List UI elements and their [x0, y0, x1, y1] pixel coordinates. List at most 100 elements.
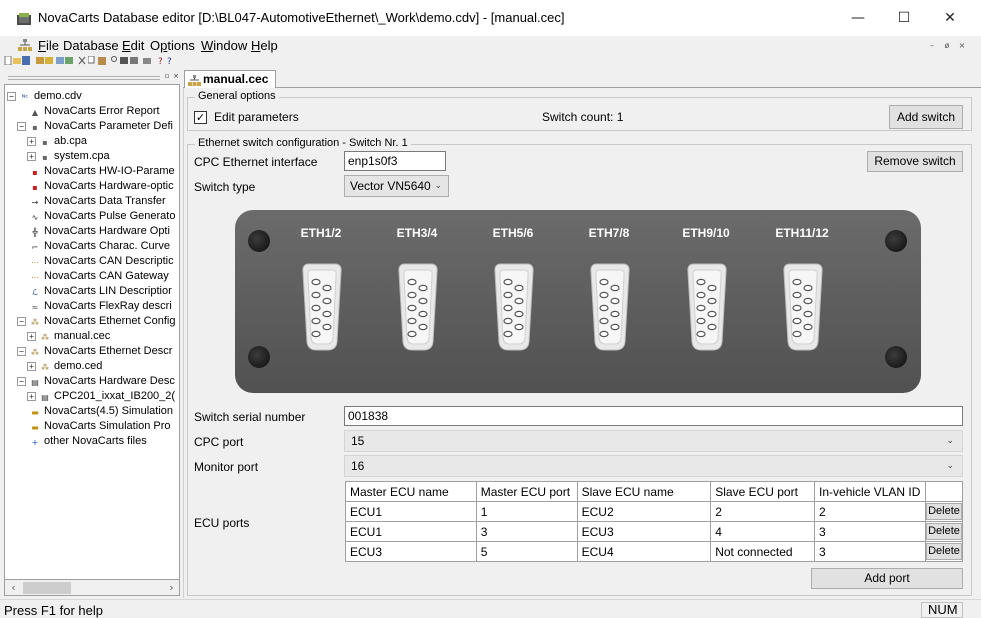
tree-item[interactable]: ▤ NovaCarts Hardware Desc [29, 374, 175, 389]
tree-item[interactable]: ▬ NovaCarts Simulation Pro [29, 419, 170, 434]
tool-icon[interactable] [130, 56, 138, 65]
mdi-minimize-button[interactable]: – [926, 40, 938, 52]
paste-icon[interactable] [98, 56, 106, 65]
delete-row-button[interactable]: Delete [926, 523, 962, 540]
column-header[interactable]: In-vehicle VLAN ID [814, 481, 926, 502]
table-cell[interactable]: ECU2 [576, 501, 712, 522]
column-header[interactable]: Slave ECU name [576, 481, 712, 502]
menu-database[interactable]: Database [63, 38, 119, 53]
tree-expander[interactable]: + [27, 332, 36, 341]
tree-item[interactable]: ⁂ demo.ced [39, 359, 102, 374]
delete-row-button[interactable]: Delete [926, 543, 962, 560]
tree-item[interactable]: ▪ ab.cpa [39, 134, 87, 149]
tree-expander[interactable]: − [7, 92, 16, 101]
tree-item[interactable]: ▬ NovaCarts(4.5) Simulation [29, 404, 173, 419]
table-cell[interactable]: 3 [475, 521, 578, 542]
tree-item[interactable]: ▪ system.cpa [39, 149, 109, 164]
cut-icon[interactable] [78, 56, 86, 65]
save-icon[interactable] [22, 56, 30, 65]
help-icon[interactable]: ? [157, 56, 165, 65]
new-icon[interactable] [4, 56, 12, 65]
table-cell[interactable]: 4 [710, 521, 816, 542]
add-port-button[interactable]: Add port [811, 568, 963, 589]
column-header[interactable]: Master ECU port [475, 481, 578, 502]
table-cell[interactable]: ECU3 [345, 541, 477, 562]
tree-item[interactable]: ∿ NovaCarts Pulse Generato [29, 209, 176, 224]
tree-item[interactable]: ▪ NovaCarts Hardware-optic [29, 179, 173, 194]
tree-expander[interactable]: − [17, 122, 26, 131]
tree-item[interactable]: ≈ NovaCarts FlexRay descri [29, 299, 172, 314]
open-icon[interactable] [13, 56, 21, 65]
dsub-connector-icon[interactable] [397, 262, 439, 352]
table-cell[interactable]: ECU1 [345, 521, 477, 542]
switch-type-select[interactable]: Vector VN5640 ⌄ [344, 175, 449, 197]
tree-item[interactable]: → NovaCarts Data Transfer [29, 194, 166, 209]
tree-item[interactable]: ⁂ NovaCarts Ethernet Config [29, 314, 175, 329]
column-header[interactable]: Slave ECU port [710, 481, 816, 502]
menu-file[interactable]: File [38, 38, 59, 53]
tree-item[interactable]: ⁂ manual.cec [39, 329, 110, 344]
copy-icon[interactable] [88, 56, 96, 65]
tree-expander[interactable]: − [17, 377, 26, 386]
tree-item[interactable]: ▤ CPC201_ixxat_IB200_2( [39, 389, 175, 404]
horizontal-scrollbar[interactable]: ‹ › [4, 580, 180, 596]
panel-grip[interactable] [8, 76, 160, 80]
tree-item[interactable]: ╬ NovaCarts Hardware Opti [29, 224, 170, 239]
tree-item[interactable]: ⌐ NovaCarts Charac. Curve [29, 239, 170, 254]
minimize-button[interactable]: — [835, 0, 881, 36]
table-cell[interactable]: 2 [710, 501, 816, 522]
find-icon[interactable] [111, 56, 119, 65]
print-icon[interactable] [143, 56, 151, 65]
tree-item[interactable]: ᴺᶜ demo.cdv [19, 89, 82, 104]
add-switch-button[interactable]: Add switch [889, 105, 963, 129]
remove-switch-button[interactable]: Remove switch [867, 151, 963, 172]
table-cell[interactable]: 5 [475, 541, 578, 562]
tree-item[interactable]: ⁂ NovaCarts Ethernet Descr [29, 344, 172, 359]
close-button[interactable]: ✕ [927, 0, 973, 36]
scroll-left-icon[interactable]: ‹ [5, 580, 22, 596]
table-cell[interactable]: ECU1 [345, 501, 477, 522]
cpc-port-select[interactable]: 15 ⌄ [344, 430, 963, 452]
tree-item[interactable]: ℒ NovaCarts LIN Descriptior [29, 284, 172, 299]
table-cell[interactable]: 3 [814, 521, 926, 542]
tool-icon[interactable] [56, 56, 64, 65]
dsub-connector-icon[interactable] [493, 262, 535, 352]
column-header[interactable]: Master ECU name [345, 481, 477, 502]
tool-icon[interactable] [120, 56, 128, 65]
table-cell[interactable]: ECU3 [576, 521, 712, 542]
panel-close-icon[interactable]: × [172, 72, 180, 80]
maximize-button[interactable]: ☐ [881, 0, 927, 36]
tree-item[interactable]: + other NovaCarts files [29, 434, 147, 449]
tree-item[interactable]: ⋯ NovaCarts CAN Gateway [29, 269, 169, 284]
mdi-restore-button[interactable]: ø [941, 40, 953, 52]
context-help-icon[interactable]: ? [167, 56, 175, 65]
tree-expander[interactable]: − [17, 347, 26, 356]
dsub-connector-icon[interactable] [782, 262, 824, 352]
tree-item[interactable]: ▪ NovaCarts HW-IO-Parame [29, 164, 174, 179]
tool-icon[interactable] [45, 56, 53, 65]
table-cell[interactable]: 1 [475, 501, 578, 522]
table-cell[interactable]: 2 [814, 501, 926, 522]
cpc-interface-input[interactable]: enp1s0f3 [344, 151, 446, 171]
menu-options[interactable]: Options [150, 38, 195, 53]
scroll-right-icon[interactable]: › [163, 580, 180, 596]
tree-expander[interactable]: + [27, 137, 36, 146]
dsub-connector-icon[interactable] [686, 262, 728, 352]
mdi-close-button[interactable]: × [956, 40, 968, 52]
delete-row-button[interactable]: Delete [926, 503, 962, 520]
dsub-connector-icon[interactable] [589, 262, 631, 352]
tree-expander[interactable]: + [27, 362, 36, 371]
table-cell[interactable]: ECU4 [576, 541, 712, 562]
table-cell[interactable]: 3 [814, 541, 926, 562]
tree-item[interactable]: ▲ NovaCarts Error Report [29, 104, 160, 119]
table-cell[interactable]: Not connected [710, 541, 816, 562]
monitor-port-select[interactable]: 16 ⌄ [344, 455, 963, 477]
serial-number-input[interactable]: 001838 [344, 406, 963, 426]
tree-item[interactable]: ▪ NovaCarts Parameter Defi [29, 119, 173, 134]
tree-expander[interactable]: + [27, 392, 36, 401]
menu-help[interactable]: Help [251, 38, 278, 53]
menu-window[interactable]: Window [201, 38, 247, 53]
tool-icon[interactable] [65, 56, 73, 65]
menu-edit[interactable]: Edit [122, 38, 144, 53]
panel-restore-icon[interactable]: ▫ [163, 72, 171, 80]
